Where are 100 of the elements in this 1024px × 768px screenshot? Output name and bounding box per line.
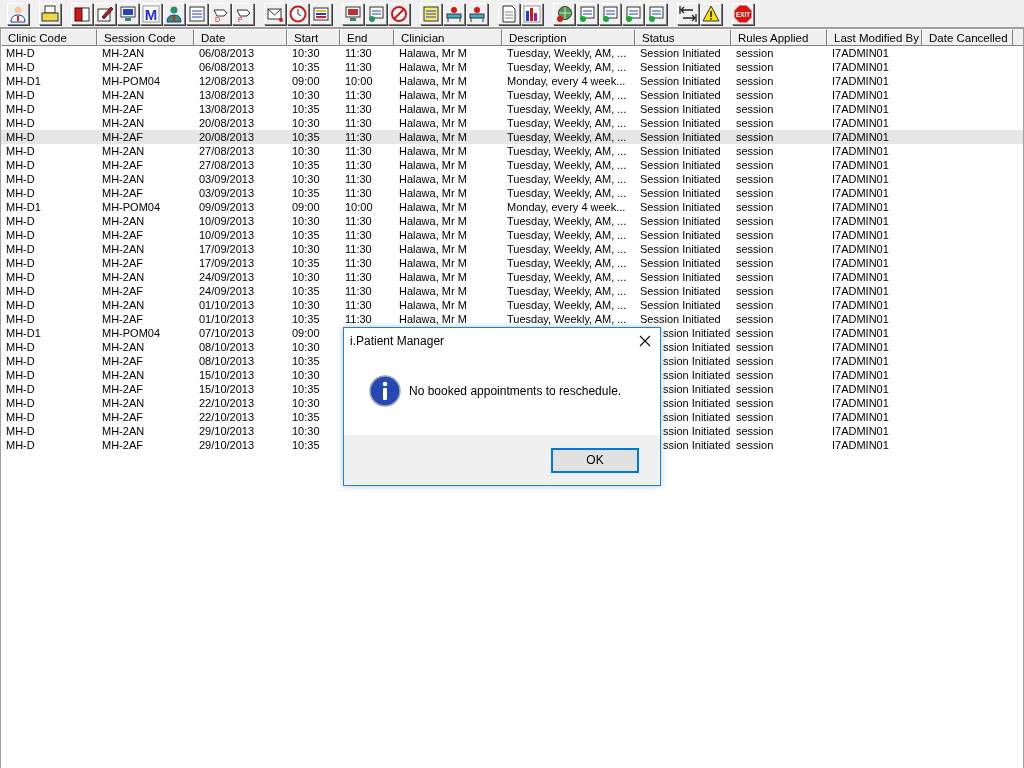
column-header[interactable]: Session Code — [97, 29, 194, 46]
table-cell-text: MH-2AN — [101, 214, 146, 228]
column-header[interactable]: Rules Applied — [731, 29, 827, 46]
document-icon — [500, 4, 518, 23]
table-cell-text: MH-2AF — [101, 158, 144, 172]
table-cell-text: Tuesday, Weekly, AM, ... — [506, 270, 628, 284]
toolbar-button[interactable] — [310, 2, 332, 25]
table-cell-text: I7ADMIN01 — [831, 214, 890, 228]
table-cell-text: MH-2AN — [101, 144, 146, 158]
table-cell-text: MH-POM04 — [101, 326, 162, 340]
table-cell-text: MH-D — [5, 298, 36, 312]
table-cell-text: MH-2AF — [101, 284, 144, 298]
table-cell-text: MH-2AN — [101, 368, 146, 382]
table-cell-text: session — [735, 270, 775, 284]
table-cell-text: Tuesday, Weekly, AM, ... — [506, 186, 628, 200]
table-cell-text: MH-2AF — [101, 60, 144, 74]
table-cell-text: I7ADMIN01 — [831, 116, 890, 130]
table-cell-text: Halawa, Mr M — [398, 186, 468, 200]
table-cell-text: MH-2AF — [101, 186, 144, 200]
column-header[interactable]: Last Modified By — [827, 29, 922, 46]
table-cell-text: 27/08/2013 — [198, 144, 256, 158]
column-header[interactable]: Date Cancelled — [922, 29, 1013, 46]
table-cell-text: MH-2AN — [101, 270, 146, 284]
table-cell-text: 22/10/2013 — [198, 410, 256, 424]
table-cell-text: 27/08/2013 — [198, 158, 256, 172]
table-cell-text: MH-2AF — [101, 438, 144, 452]
table-cell-text: 10:30 — [291, 340, 321, 354]
table-cell-text: session — [735, 396, 775, 410]
column-header[interactable]: Status — [635, 29, 731, 46]
toolbar-button[interactable] — [700, 2, 722, 25]
table-cell-text: 10:35 — [291, 186, 321, 200]
bar-chart-icon — [523, 4, 541, 23]
ok-button[interactable]: OK — [551, 447, 639, 473]
table-cell-text: I7ADMIN01 — [831, 172, 890, 186]
table-cell-text: 11:30 — [344, 256, 373, 270]
table-cell-text: I7ADMIN01 — [831, 438, 890, 452]
table-cell-text: 11:30 — [344, 102, 373, 116]
table-cell-text: 11:30 — [344, 88, 373, 102]
toolbar-button[interactable] — [553, 2, 575, 25]
table-cell-text: MH-2AF — [101, 228, 144, 242]
table-cell-text: MH-2AF — [101, 382, 144, 396]
table-cell-text: Halawa, Mr M — [398, 284, 468, 298]
toolbar-button[interactable] — [71, 2, 93, 25]
table-cell-text: session — [735, 438, 775, 452]
column-header[interactable]: Clinic Code — [1, 29, 97, 46]
table-cell-text: Session Initiated — [639, 270, 722, 284]
column-header[interactable]: Date — [194, 29, 287, 46]
table-cell-text: Halawa, Mr M — [398, 158, 468, 172]
toolbar-button[interactable] — [94, 2, 116, 25]
table-cell-text: MH-2AN — [101, 172, 146, 186]
table-cell-text: Monday, every 4 week... — [506, 200, 627, 214]
table-cell-text: MH-D — [5, 172, 36, 186]
table-cell-text: Halawa, Mr M — [398, 88, 468, 102]
note-icon — [188, 4, 206, 23]
form-icon — [578, 4, 596, 23]
table-cell-text: session — [735, 200, 775, 214]
column-header[interactable]: Clinician — [394, 29, 502, 46]
close-icon[interactable] — [639, 335, 651, 347]
table-cell-text: Halawa, Mr M — [398, 298, 468, 312]
table-cell-text: 11:30 — [344, 158, 373, 172]
table-cell-text: I7ADMIN01 — [831, 312, 890, 326]
table-cell-text: Session Initiated — [639, 88, 722, 102]
screen-icon — [119, 4, 137, 23]
column-header[interactable]: Start — [287, 29, 340, 46]
toolbar-button[interactable] — [163, 2, 185, 25]
table-cell-text: session — [735, 382, 775, 396]
table-cell-text: Tuesday, Weekly, AM, ... — [506, 60, 628, 74]
table-cell-text: I7ADMIN01 — [831, 298, 890, 312]
table-cell-text: Halawa, Mr M — [398, 144, 468, 158]
table-cell-text: MH-2AN — [101, 298, 146, 312]
table-cell-text: 10:35 — [291, 354, 321, 368]
table-cell-text: Session Initiated — [639, 256, 722, 270]
toolbar-button[interactable] — [117, 2, 139, 25]
table-cell-text: 11:30 — [344, 130, 373, 144]
table-cell-text: Tuesday, Weekly, AM, ... — [506, 116, 628, 130]
table-cell-text: I7ADMIN01 — [831, 396, 890, 410]
column-header[interactable]: Description — [502, 29, 635, 46]
table-cell-text: 10:30 — [291, 270, 321, 284]
column-header[interactable]: End — [340, 29, 394, 46]
table-cell-text: 10:30 — [291, 116, 321, 130]
book-icon — [73, 4, 91, 23]
table-cell-text: MH-D — [5, 340, 36, 354]
table-cell-text: 10:35 — [291, 158, 321, 172]
toolbar-button[interactable]: M — [140, 2, 162, 25]
table-cell-text: MH-D — [5, 158, 36, 172]
table-cell-text: Tuesday, Weekly, AM, ... — [506, 158, 628, 172]
table-cell-text: 10:35 — [291, 284, 321, 298]
table-cell-text: MH-D — [5, 396, 36, 410]
table-cell-text: Halawa, Mr M — [398, 46, 468, 60]
table-cell-text: 09:00 — [291, 74, 321, 88]
table-cell-text: I7ADMIN01 — [831, 186, 890, 200]
table-cell-text: Tuesday, Weekly, AM, ... — [506, 242, 628, 256]
table-cell-text: 01/10/2013 — [198, 312, 256, 326]
table-cell-text: 10:35 — [291, 102, 321, 116]
form-icon — [367, 4, 385, 23]
table-cell-text: Tuesday, Weekly, AM, ... — [506, 312, 628, 326]
toolbar-button[interactable] — [521, 2, 543, 25]
table-cell-text: MH-2AN — [101, 46, 146, 60]
table-cell-text: 10/09/2013 — [198, 228, 256, 242]
toolbar-button[interactable] — [677, 2, 699, 25]
